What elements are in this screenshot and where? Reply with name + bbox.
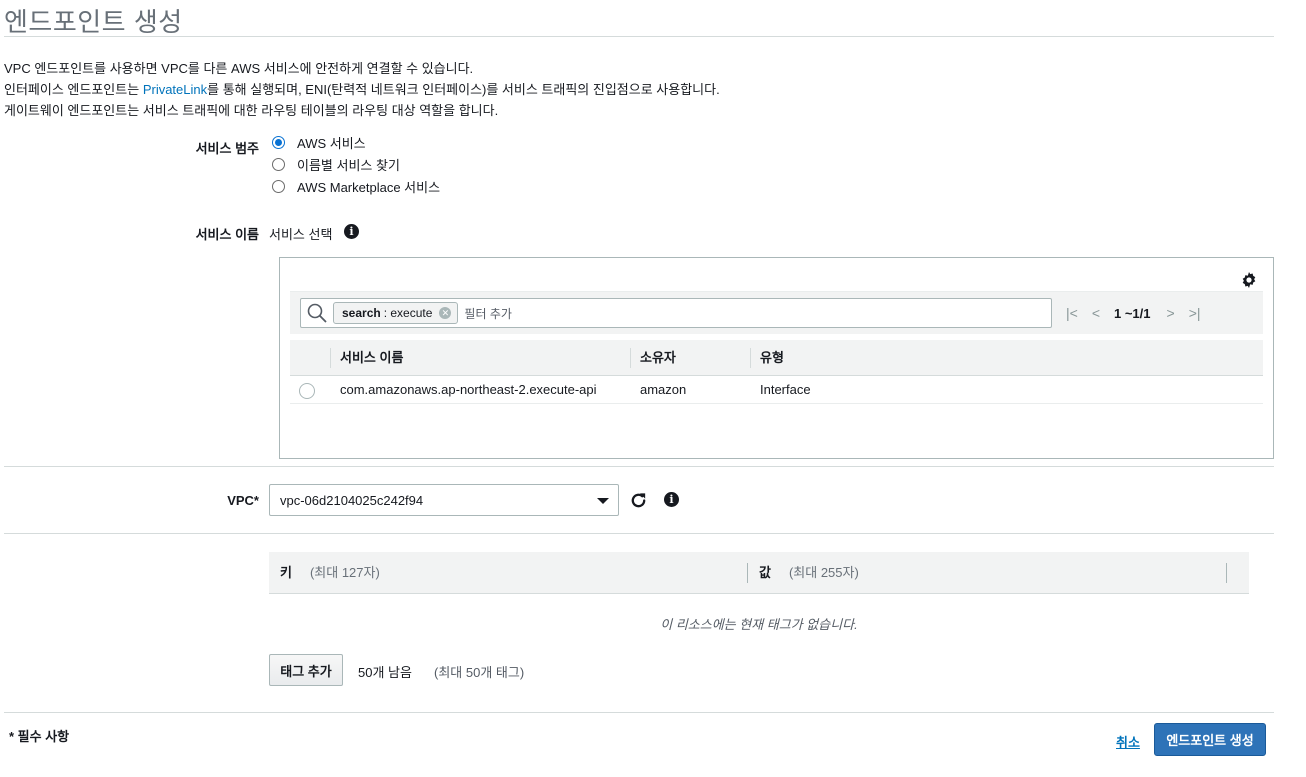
cell-type: Interface	[760, 382, 811, 397]
required-note: * 필수 사항	[9, 729, 70, 744]
filter-token-value: : execute	[383, 306, 433, 320]
column-divider	[630, 348, 631, 368]
tag-key-hint: (최대 127자)	[309, 565, 380, 580]
tags-remaining: 50개 남음	[358, 665, 412, 680]
column-header-service-name[interactable]: 서비스 이름	[340, 340, 403, 376]
description-line-1: VPC 엔드포인트를 사용하면 VPC를 다른 AWS 서비스에 안전하게 연결…	[4, 61, 474, 76]
radio-button-marketplace[interactable]	[272, 180, 285, 193]
info-icon[interactable]: i	[344, 224, 359, 239]
prev-page-icon[interactable]: <	[1092, 305, 1100, 321]
tag-value-header: 값 (최대 255자)	[759, 552, 859, 594]
description-line-3: 게이트웨이 엔드포인트는 서비스 트래픽에 대한 라우팅 테이블의 라우팅 대상…	[4, 103, 499, 118]
vpc-label: VPC*	[227, 493, 259, 508]
gear-icon[interactable]	[1241, 272, 1257, 288]
description-line-2: 인터페이스 엔드포인트는 PrivateLink를 통해 실행되며, ENI(탄…	[4, 79, 720, 100]
column-divider	[750, 348, 751, 368]
radio-find-by-name[interactable]: 이름별 서비스 찾기	[272, 155, 400, 174]
filter-token: search : execute ✕	[333, 302, 459, 324]
column-divider	[1226, 563, 1227, 583]
radio-aws-services[interactable]: AWS 서비스	[272, 133, 366, 152]
service-category-label: 서비스 범주	[195, 141, 259, 156]
tag-value-hint: (최대 255자)	[788, 565, 859, 580]
column-header-type[interactable]: 유형	[760, 340, 784, 376]
service-table-panel: search : execute ✕ 필터 추가 |< < 1 ~1/1 > >…	[279, 257, 1274, 459]
filter-bar: search : execute ✕ 필터 추가 |< < 1 ~1/1 > >…	[290, 291, 1263, 334]
row-select-radio[interactable]	[299, 383, 315, 399]
radio-button-find-by-name[interactable]	[272, 158, 285, 171]
empty-tags-message: 이 리소스에는 현재 태그가 없습니다.	[660, 617, 858, 632]
vpc-select-value: vpc-06d2104025c242f94	[280, 492, 424, 508]
filter-token-key: search	[342, 306, 381, 320]
last-page-icon[interactable]: >|	[1189, 305, 1201, 321]
section-divider	[4, 466, 1274, 467]
add-tag-button[interactable]: 태그 추가	[269, 654, 343, 686]
page-title: 엔드포인트 생성	[4, 7, 183, 37]
create-endpoint-button[interactable]: 엔드포인트 생성	[1154, 723, 1266, 756]
filter-placeholder: 필터 추가	[464, 306, 512, 321]
title-divider	[4, 36, 1274, 37]
radio-label-aws-services: AWS 서비스	[297, 136, 366, 151]
column-header-owner[interactable]: 소유자	[640, 340, 676, 376]
cell-owner: amazon	[640, 382, 687, 397]
description-line-2-suffix: 를 통해 실행되며, ENI(탄력적 네트워크 인터페이스)를 서비스 트래픽의…	[207, 82, 720, 97]
radio-label-find-by-name: 이름별 서비스 찾기	[297, 158, 400, 173]
tag-key-header: 키 (최대 127자)	[280, 552, 380, 594]
cancel-button[interactable]: 취소	[1116, 732, 1140, 751]
service-name-label: 서비스 이름	[195, 227, 259, 242]
table-header: 서비스 이름 소유자 유형	[290, 340, 1263, 376]
first-page-icon[interactable]: |<	[1066, 305, 1078, 321]
table-row[interactable]: com.amazonaws.ap-northeast-2.execute-api…	[290, 376, 1263, 404]
cell-service-name: com.amazonaws.ap-northeast-2.execute-api	[340, 382, 597, 397]
pagination: |< < 1 ~1/1 > >|	[1066, 305, 1215, 321]
section-divider	[4, 712, 1274, 713]
caret-down-icon	[597, 498, 609, 504]
info-icon[interactable]: i	[664, 492, 679, 507]
tags-table-header: 키 (최대 127자) 값 (최대 255자)	[269, 552, 1249, 594]
description-line-2-prefix: 인터페이스 엔드포인트는	[4, 82, 140, 97]
radio-label-marketplace: AWS Marketplace 서비스	[297, 180, 441, 195]
privatelink-link[interactable]: PrivateLink	[143, 82, 207, 97]
search-icon	[307, 303, 327, 323]
column-divider	[747, 563, 748, 583]
tag-key-label: 키	[280, 565, 292, 580]
page-description: VPC 엔드포인트를 사용하면 VPC를 다른 AWS 서비스에 안전하게 연결…	[4, 58, 720, 121]
radio-marketplace[interactable]: AWS Marketplace 서비스	[272, 177, 440, 196]
page-indicator: 1 ~1/1	[1114, 305, 1151, 321]
tags-remaining-hint: (최대 50개 태그)	[434, 665, 525, 680]
vpc-select[interactable]: vpc-06d2104025c242f94	[269, 484, 619, 516]
service-name-value: 서비스 선택	[269, 227, 333, 242]
section-divider	[4, 533, 1274, 534]
filter-input[interactable]: search : execute ✕ 필터 추가	[300, 298, 1052, 328]
refresh-icon[interactable]	[629, 491, 648, 510]
tag-value-label: 값	[759, 565, 771, 580]
next-page-icon[interactable]: >	[1167, 305, 1175, 321]
column-divider	[330, 348, 331, 368]
remove-token-icon[interactable]: ✕	[439, 307, 452, 319]
radio-button-aws-services[interactable]	[272, 136, 285, 149]
